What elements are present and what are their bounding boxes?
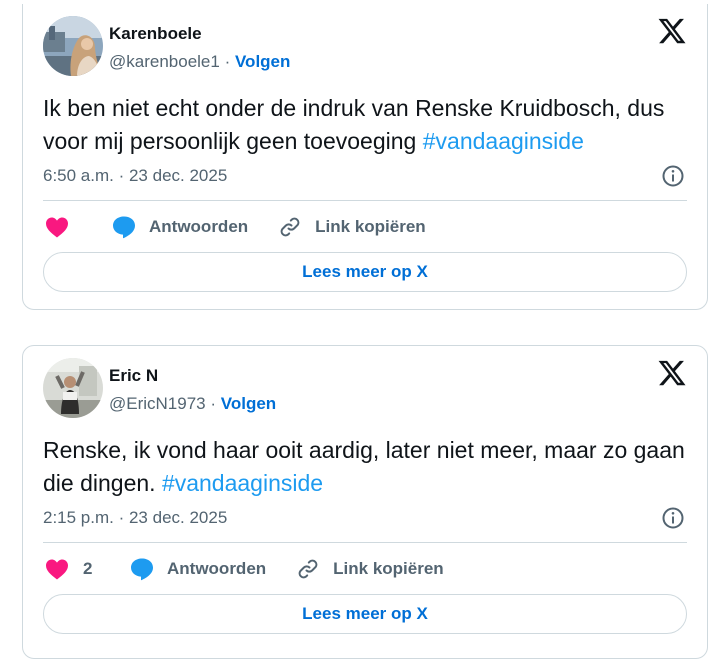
speech-bubble-icon xyxy=(129,557,155,581)
tweet-body: Renske, ik vond haar ooit aardig, later … xyxy=(43,437,685,496)
hashtag-link[interactable]: #vandaaginside xyxy=(423,128,584,154)
like-count: 2 xyxy=(83,559,93,578)
heart-icon xyxy=(45,558,69,580)
read-more-button[interactable]: Lees meer op X xyxy=(43,594,687,634)
hashtag-link[interactable]: #vandaaginside xyxy=(162,470,323,496)
tweet-text: Ik ben niet echt onder de indruk van Ren… xyxy=(43,92,693,158)
link-icon xyxy=(278,215,302,239)
copy-link-label: Link kopiëren xyxy=(333,559,444,578)
speech-bubble-icon xyxy=(111,215,137,239)
avatar[interactable] xyxy=(43,16,103,76)
copy-link-button[interactable]: Link kopiëren xyxy=(278,215,426,239)
separator: · xyxy=(210,394,217,413)
divider xyxy=(43,542,687,543)
separator: · xyxy=(224,52,231,71)
copy-link-label: Link kopiëren xyxy=(315,217,426,236)
author-name[interactable]: Eric N xyxy=(109,366,158,386)
timestamp[interactable]: 6:50 a.m. · 23 dec. 2025 xyxy=(43,166,227,186)
author-handle[interactable]: @karenboele1 xyxy=(109,52,220,71)
tweet-card: Karenboele @karenboele1 · Volgen Ik ben … xyxy=(22,4,708,310)
timestamp[interactable]: 2:15 p.m. · 23 dec. 2025 xyxy=(43,508,227,528)
author-handle[interactable]: @EricN1973 xyxy=(109,394,206,413)
like-button[interactable] xyxy=(45,216,109,238)
author-line: @EricN1973 · Volgen xyxy=(109,394,276,414)
x-logo-icon[interactable] xyxy=(657,358,687,388)
tweet-text: Renske, ik vond haar ooit aardig, later … xyxy=(43,434,693,500)
info-icon[interactable] xyxy=(661,506,685,530)
copy-link-button[interactable]: Link kopiëren xyxy=(296,557,444,581)
author-name[interactable]: Karenboele xyxy=(109,24,202,44)
x-logo-icon[interactable] xyxy=(657,16,687,46)
author-line: @karenboele1 · Volgen xyxy=(109,52,290,72)
action-bar: 2 Antwoorden Link kopiëren xyxy=(45,556,444,582)
follow-link[interactable]: Volgen xyxy=(235,52,290,71)
reply-label: Antwoorden xyxy=(149,217,249,236)
info-icon[interactable] xyxy=(661,164,685,188)
action-bar: Antwoorden Link kopiëren xyxy=(45,214,426,240)
reply-button[interactable]: Antwoorden xyxy=(111,215,248,239)
heart-icon xyxy=(45,216,69,238)
read-more-button[interactable]: Lees meer op X xyxy=(43,252,687,292)
reply-label: Antwoorden xyxy=(167,559,267,578)
link-icon xyxy=(296,557,320,581)
reply-button[interactable]: Antwoorden xyxy=(129,557,266,581)
tweet-card: Eric N @EricN1973 · Volgen Renske, ik vo… xyxy=(22,345,708,659)
avatar[interactable] xyxy=(43,358,103,418)
divider xyxy=(43,200,687,201)
follow-link[interactable]: Volgen xyxy=(221,394,276,413)
like-button[interactable]: 2 xyxy=(45,558,127,580)
